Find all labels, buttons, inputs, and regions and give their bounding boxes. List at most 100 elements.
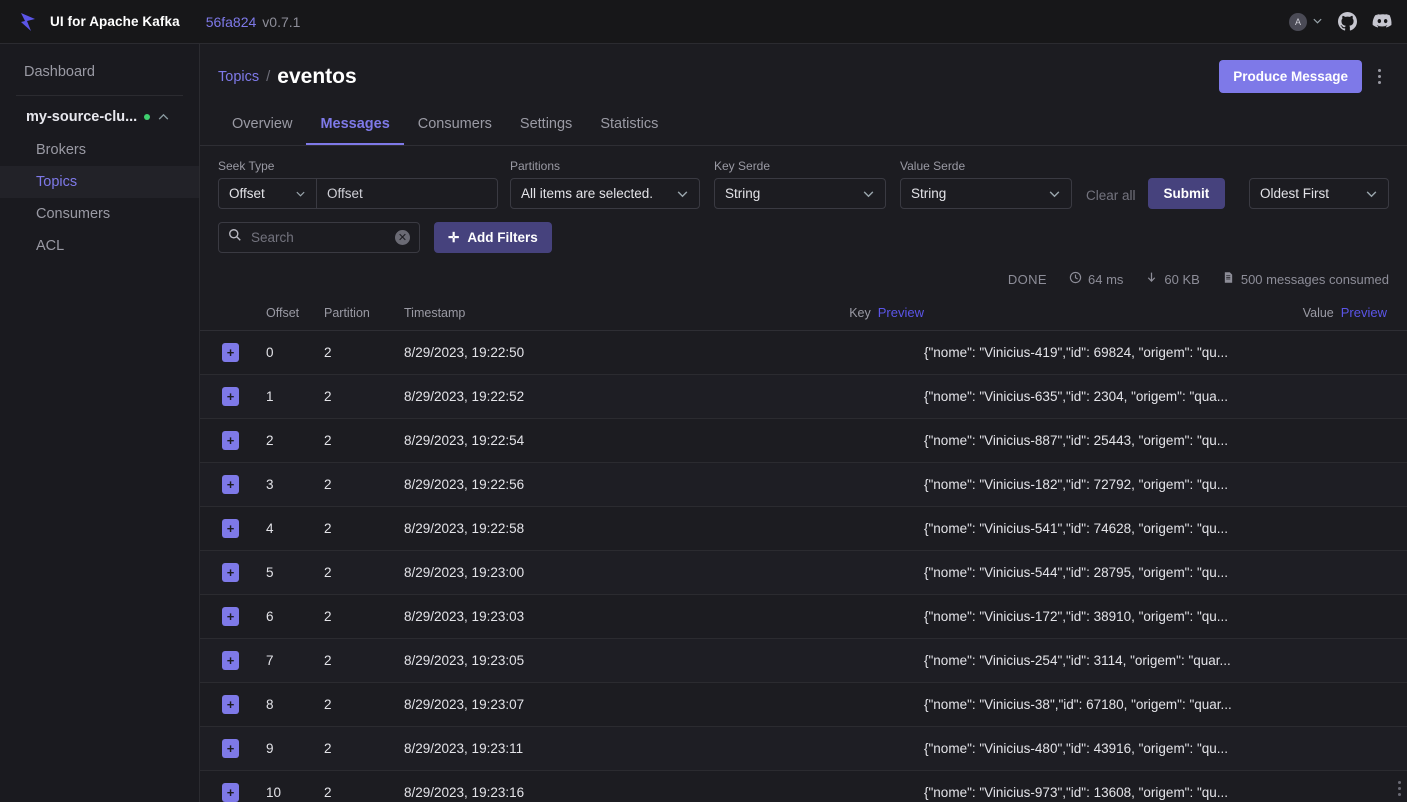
table-row[interactable]: +0 2 8/29/2023, 19:22:50 {"nome": "Vinicius… [200,330,1407,375]
main-content: Topics / eventos Produce Message Overvie… [200,44,1407,802]
table-row[interactable]: +7 2 8/29/2023, 19:23:05 {"nome": "Vinicius… [200,638,1407,683]
search-input[interactable] [251,230,386,245]
expand-row-button[interactable]: + [222,607,239,626]
cell-offset: 4 [266,506,324,551]
add-filters-button[interactable]: ✛ Add Filters [434,222,552,253]
consumed-stat: 500 messages consumed [1222,271,1389,287]
table-row[interactable]: +6 2 8/29/2023, 19:23:03 {"nome": "Vinicius… [200,594,1407,639]
expand-row-button[interactable]: + [222,783,239,802]
table-row[interactable]: +3 2 8/29/2023, 19:22:56 {"nome": "Vinicius… [200,462,1407,507]
tab-consumers[interactable]: Consumers [404,107,506,145]
table-row[interactable]: +1 2 8/29/2023, 19:22:52 {"nome": "Vinicius… [200,374,1407,419]
header-partition[interactable]: Partition [324,299,404,331]
row-expand-cell: + [200,682,266,727]
key-preview-link[interactable]: Preview [878,305,924,320]
seek-controls: Offset Offset [218,178,498,209]
expand-row-button[interactable]: + [222,695,239,714]
row-expand-cell: + [200,506,266,551]
expand-row-button[interactable]: + [222,563,239,582]
more-options-icon[interactable] [1372,65,1387,88]
user-avatar: A [1289,12,1307,31]
row-expand-cell: + [200,770,266,802]
expand-row-button[interactable]: + [222,343,239,362]
elapsed-value: 64 ms [1088,271,1124,287]
sort-order-group: Oldest First [1249,178,1389,209]
header-offset[interactable]: Offset [266,299,324,331]
key-serde-select[interactable]: String [714,178,886,209]
sidebar-item-acl[interactable]: ACL [0,230,199,262]
sidebar-item-dashboard[interactable]: Dashboard [0,56,199,88]
expand-row-button[interactable]: + [222,651,239,670]
plus-icon: ✛ [448,229,460,245]
header-value: Value Preview [924,299,1407,331]
breadcrumb-topics[interactable]: Topics [218,69,259,85]
table-row[interactable]: +10 2 8/29/2023, 19:23:16 {"nome": "Viniciu… [200,770,1407,802]
cell-timestamp: 8/29/2023, 19:22:56 [404,462,724,507]
tab-messages[interactable]: Messages [306,107,404,145]
tab-settings[interactable]: Settings [506,107,586,145]
seek-type-select[interactable]: Offset [218,178,316,209]
value-preview-link[interactable]: Preview [1341,305,1387,320]
user-menu[interactable]: A [1289,12,1323,31]
table-row[interactable]: +2 2 8/29/2023, 19:22:54 {"nome": "Vinicius… [200,418,1407,463]
header-value-label: Value [1302,306,1334,320]
sidebar-item-consumers[interactable]: Consumers [0,198,199,230]
cell-key [724,594,924,639]
partitions-label: Partitions [510,159,561,173]
seek-type-group: Seek Type Offset Offset [218,159,498,209]
table-row[interactable]: +9 2 8/29/2023, 19:23:11 {"nome": "Vinicius… [200,726,1407,771]
sidebar-item-brokers[interactable]: Brokers [0,134,199,166]
github-icon[interactable] [1338,12,1357,31]
sidebar-divider [16,95,183,96]
sidebar-item-topics[interactable]: Topics [0,166,199,198]
tab-overview[interactable]: Overview [218,107,306,145]
sort-order-select[interactable]: Oldest First [1249,178,1389,209]
table-row[interactable]: +4 2 8/29/2023, 19:22:58 {"nome": "Vinicius… [200,506,1407,551]
cell-offset: 9 [266,726,324,771]
sidebar-cluster-selector[interactable]: my-source-clu... [0,100,199,134]
version-number: v0.7.1 [262,13,301,30]
cell-partition: 2 [324,726,404,771]
discord-icon[interactable] [1372,11,1393,32]
cell-offset: 10 [266,770,324,802]
cell-timestamp: 8/29/2023, 19:23:00 [404,550,724,595]
app-title: UI for Apache Kafka [50,14,180,29]
partitions-select[interactable]: All items are selected. [510,178,700,209]
cluster-status-dot [144,114,151,120]
expand-row-button[interactable]: + [222,519,239,538]
expand-row-button[interactable]: + [222,475,239,494]
search-box[interactable]: ✕ [218,222,420,253]
cell-key [724,374,924,419]
clear-all-link[interactable]: Clear all [1086,188,1136,203]
cell-key [724,506,924,551]
cell-partition: 2 [324,550,404,595]
search-row: ✕ ✛ Add Filters [200,209,1407,253]
expand-row-button[interactable]: + [222,431,239,450]
expand-row-button[interactable]: + [222,387,239,406]
expand-row-button[interactable]: + [222,739,239,758]
cell-value: {"nome": "Vinicius-541","id": 74628, "or… [924,506,1407,551]
sort-order-value: Oldest First [1260,186,1330,201]
cell-timestamp: 8/29/2023, 19:23:16 [404,770,724,802]
value-serde-label: Value Serde [900,159,966,173]
row-expand-cell: + [200,726,266,771]
cell-partition: 2 [324,770,404,802]
produce-message-button[interactable]: Produce Message [1219,60,1362,93]
file-icon [1222,271,1235,287]
table-row[interactable]: +8 2 8/29/2023, 19:23:07 {"nome": "Vinicius… [200,682,1407,727]
chevron-up-icon [157,111,170,124]
value-serde-select[interactable]: String [900,178,1072,209]
tab-statistics[interactable]: Statistics [586,107,672,145]
partitions-value: All items are selected. [521,186,654,201]
cell-timestamp: 8/29/2023, 19:22:52 [404,374,724,419]
cell-offset: 8 [266,682,324,727]
submit-button[interactable]: Submit [1147,178,1226,209]
header-timestamp[interactable]: Timestamp [404,299,724,331]
cell-value: {"nome": "Vinicius-480","id": 43916, "or… [924,726,1407,771]
table-row[interactable]: +5 2 8/29/2023, 19:23:00 {"nome": "Vinicius… [200,550,1407,595]
seek-value-input[interactable]: Offset [316,178,498,209]
cell-key [724,550,924,595]
clear-search-icon[interactable]: ✕ [395,230,410,245]
row-more-options-icon[interactable] [1398,781,1401,796]
cell-partition: 2 [324,638,404,683]
